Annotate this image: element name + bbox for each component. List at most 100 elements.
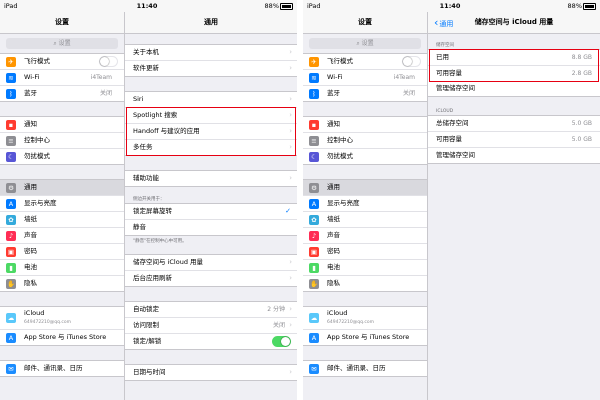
- row-value: 2.8 GB: [571, 70, 592, 77]
- row-label: 关于本机: [133, 48, 159, 56]
- row-label: 勿扰模式: [327, 152, 353, 160]
- row-value: i4Team: [393, 74, 415, 81]
- row-left-group4-0[interactable]: ☁ iCloud 649472210@qq.com: [0, 307, 124, 330]
- clock: 11:40: [439, 2, 461, 10]
- row-screen1-right-group5-0[interactable]: 储存空间与 iCloud 用量 ›: [125, 255, 297, 271]
- row-label: 控制中心: [24, 136, 50, 144]
- general-group-lock: 自动锁定 2 分钟 › 访问限制 关闭 › 锁定/解锁: [125, 301, 297, 350]
- row-left-group4-1[interactable]: A App Store 与 iTunes Store: [303, 330, 427, 345]
- row-left-group1-1[interactable]: ≋ Wi-Fi i4Team: [303, 70, 427, 86]
- row-label: 声音: [24, 231, 37, 239]
- chevron-right-icon: ›: [289, 111, 292, 119]
- sound-icon: ♪: [309, 231, 319, 241]
- row-value: 5.0 GB: [571, 136, 592, 143]
- search-input[interactable]: ⌕ 设置: [6, 38, 118, 49]
- row-screen1-right-group1-0[interactable]: 关于本机 ›: [125, 45, 297, 61]
- row-left-group3-5[interactable]: ▮ 电池: [303, 260, 427, 276]
- battery-icon: ▮: [6, 263, 16, 273]
- row-label: App Store 与 iTunes Store: [327, 333, 410, 341]
- row-screen1-right-group6-2[interactable]: 锁定/解锁: [125, 334, 297, 349]
- row-label: 多任务: [133, 143, 153, 151]
- row-screen1-right-group7-0[interactable]: 日期与时间 ›: [125, 365, 297, 380]
- row-left-group1-0[interactable]: ✈ 飞行模式: [0, 54, 124, 70]
- row-left-group3-5[interactable]: ▮ 电池: [0, 260, 124, 276]
- notifications-icon: ▪: [6, 120, 16, 130]
- row-screen2-right-storage-1[interactable]: 可用容量 2.8 GB: [428, 66, 600, 81]
- row-screen1-right-group5-1[interactable]: 后台应用刷新 ›: [125, 271, 297, 286]
- row-left-group3-3[interactable]: ♪ 声音: [0, 228, 124, 244]
- row-left-group2-1[interactable]: ≡ 控制中心: [303, 133, 427, 149]
- row-left-group2-0[interactable]: ▪ 通知: [0, 117, 124, 133]
- row-label: 勿扰模式: [24, 152, 50, 160]
- toggle-switch[interactable]: [402, 56, 421, 67]
- row-screen2-right-icloud-0[interactable]: 总储存空间 5.0 GB: [428, 116, 600, 132]
- row-left-group3-2[interactable]: ✿ 墙纸: [303, 212, 427, 228]
- row-screen1-right-group6-0[interactable]: 自动锁定 2 分钟 ›: [125, 302, 297, 318]
- back-button[interactable]: ‹通用: [434, 12, 453, 35]
- sidebar-group-notifications: ▪ 通知 ≡ 控制中心 ☾ 勿扰模式: [303, 116, 427, 165]
- search-placeholder: 设置: [361, 40, 374, 47]
- row-left-group3-0[interactable]: ⚙ 通用: [0, 180, 124, 196]
- row-screen1-right-group1-1[interactable]: 软件更新 ›: [125, 61, 297, 76]
- chevron-right-icon: ›: [289, 95, 292, 103]
- row-screen1-right-group3-0[interactable]: 辅助功能 ›: [125, 171, 297, 186]
- row-screen2-right-icloud-1[interactable]: 可用容量 5.0 GB: [428, 132, 600, 148]
- general-detail-pane: 通用 关于本机 › 软件更新 › Siri › Spotlight 搜索 › Handoff …: [125, 12, 297, 400]
- row-left-group4-0[interactable]: ☁ iCloud 649472210@qq.com: [303, 307, 427, 330]
- sidebar-group-notifications: ▪ 通知 ≡ 控制中心 ☾ 勿扰模式: [0, 116, 124, 165]
- row-left-group1-2[interactable]: ᛒ 蓝牙 关闭: [0, 86, 124, 101]
- search-input[interactable]: ⌕ 设置: [309, 38, 421, 49]
- row-screen1-right-group4-1[interactable]: 静音: [125, 220, 297, 235]
- row-left-group2-0[interactable]: ▪ 通知: [303, 117, 427, 133]
- row-left-group3-6[interactable]: ✋ 隐私: [303, 276, 427, 291]
- gear-icon: ⚙: [309, 183, 319, 193]
- row-left-group3-1[interactable]: A 显示与亮度: [303, 196, 427, 212]
- app-store-icon: A: [6, 333, 16, 343]
- row-left-group5-0[interactable]: ✉ 邮件、通讯录、日历: [0, 361, 124, 376]
- row-left-group3-3[interactable]: ♪ 声音: [303, 228, 427, 244]
- row-left-group3-4[interactable]: ▣ 密码: [303, 244, 427, 260]
- battery-percent: 88%: [264, 2, 279, 10]
- toggle-switch[interactable]: [272, 336, 291, 347]
- clock: 11:40: [136, 2, 158, 10]
- row-label: 控制中心: [327, 136, 353, 144]
- chevron-right-icon: ›: [289, 174, 292, 182]
- row-left-group1-0[interactable]: ✈ 飞行模式: [303, 54, 427, 70]
- row-left-group2-2[interactable]: ☾ 勿扰模式: [0, 149, 124, 164]
- row-screen1-right-group2-1[interactable]: Spotlight 搜索 ›: [125, 108, 297, 124]
- row-left-group2-2[interactable]: ☾ 勿扰模式: [303, 149, 427, 164]
- row-screen1-right-group6-1[interactable]: 访问限制 关闭 ›: [125, 318, 297, 334]
- row-label: 储存空间与 iCloud 用量: [133, 258, 204, 266]
- wifi-icon: ≋: [6, 73, 16, 83]
- toggle-switch[interactable]: [99, 56, 118, 67]
- carrier-label: iPad: [4, 2, 18, 10]
- row-left-group3-1[interactable]: A 显示与亮度: [0, 196, 124, 212]
- row-screen1-right-group2-0[interactable]: Siri ›: [125, 92, 297, 108]
- row-screen1-right-group2-2[interactable]: Handoff 与建议的应用 ›: [125, 124, 297, 140]
- gear-icon: ⚙: [6, 183, 16, 193]
- row-screen1-right-group2-3[interactable]: 多任务 ›: [125, 140, 297, 155]
- row-screen2-right-icloud-2[interactable]: 管理储存空间: [428, 148, 600, 163]
- row-screen2-right-storage-0[interactable]: 已用 8.8 GB: [428, 50, 600, 66]
- row-left-group5-0[interactable]: ✉ 邮件、通讯录、日历: [303, 361, 427, 376]
- bluetooth-icon: ᛒ: [309, 89, 319, 99]
- row-label: 锁定/解锁: [133, 337, 162, 345]
- row-label: 通知: [24, 120, 37, 128]
- row-left-group3-0[interactable]: ⚙ 通用: [303, 180, 427, 196]
- row-left-group2-1[interactable]: ≡ 控制中心: [0, 133, 124, 149]
- row-left-group3-2[interactable]: ✿ 墙纸: [0, 212, 124, 228]
- manage-storage-row[interactable]: 管理储存空间: [428, 81, 600, 96]
- row-screen1-right-group4-0[interactable]: 锁定屏幕旋转 ✓: [125, 204, 297, 220]
- cloud-icon: ☁: [6, 313, 16, 323]
- row-left-group1-1[interactable]: ≋ Wi-Fi i4Team: [0, 70, 124, 86]
- row-label: 电池: [24, 263, 37, 271]
- row-label: 墙纸: [327, 215, 340, 223]
- row-left-group3-6[interactable]: ✋ 隐私: [0, 276, 124, 291]
- row-left-group4-1[interactable]: A App Store 与 iTunes Store: [0, 330, 124, 345]
- row-left-group3-4[interactable]: ▣ 密码: [0, 244, 124, 260]
- row-label: 声音: [327, 231, 340, 239]
- row-left-group1-2[interactable]: ᛒ 蓝牙 关闭: [303, 86, 427, 101]
- row-label: 管理储存空间: [436, 84, 475, 92]
- row-label: 邮件、通讯录、日历: [327, 364, 386, 372]
- row-label: 管理储存空间: [436, 151, 475, 159]
